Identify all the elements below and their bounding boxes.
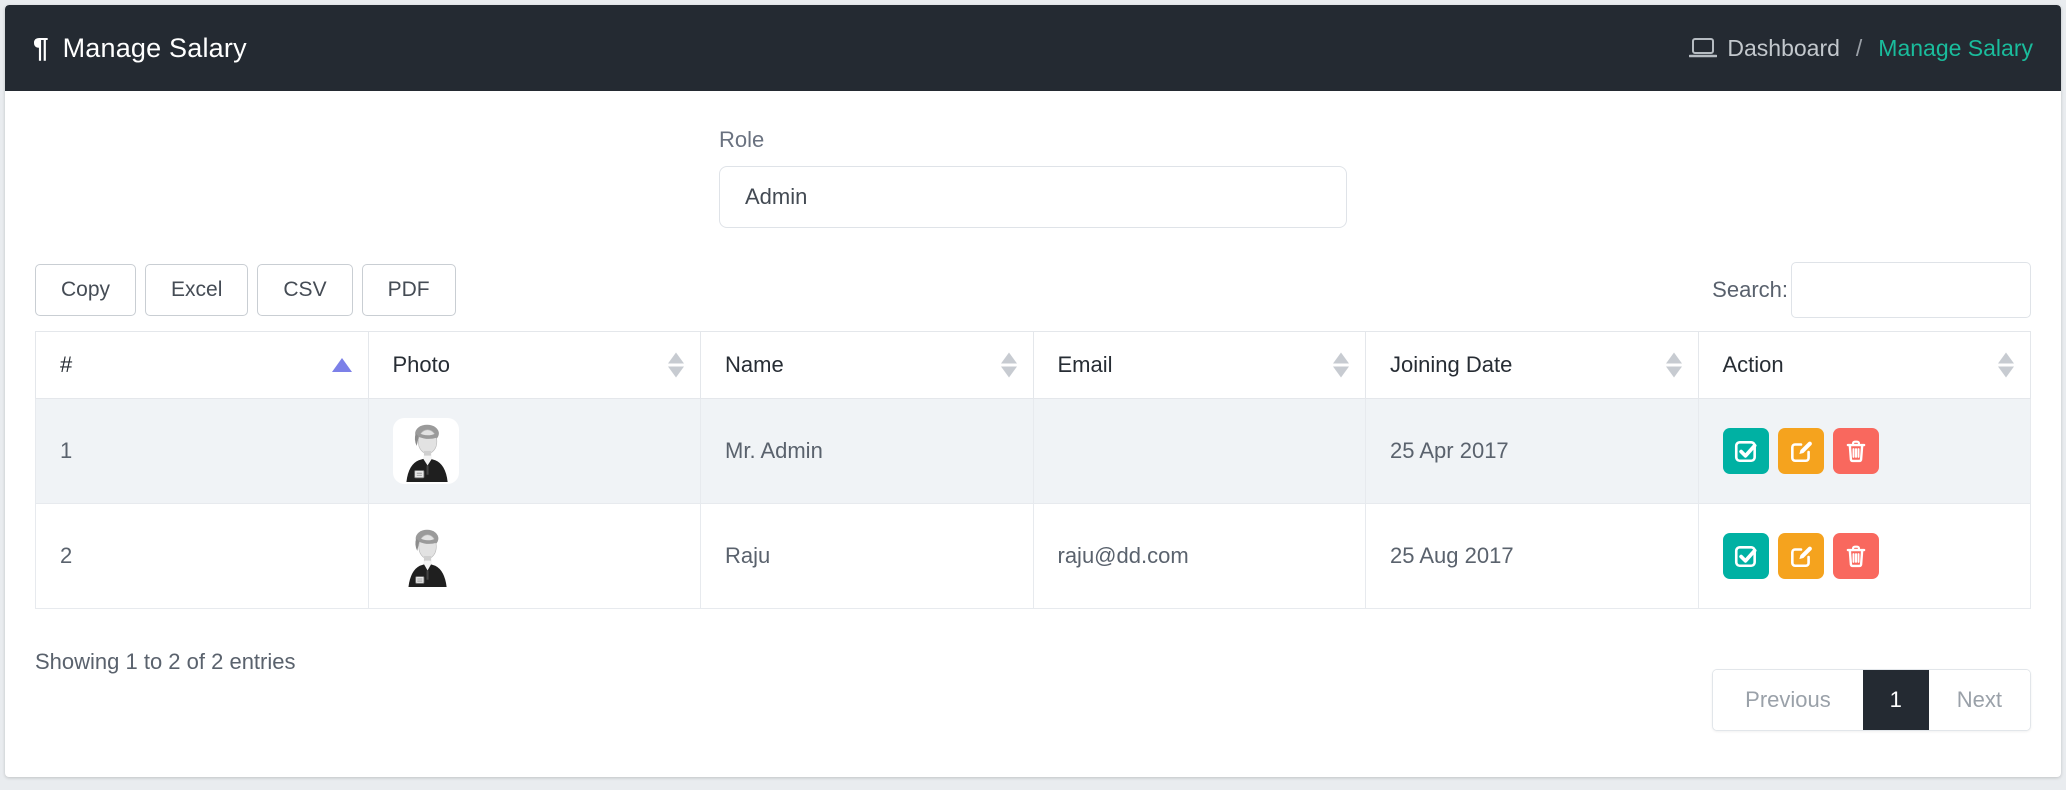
sort-both-icon	[1666, 353, 1682, 378]
sort-both-icon	[1001, 353, 1017, 378]
breadcrumb-separator: /	[1852, 35, 1866, 62]
sort-asc-icon	[332, 358, 352, 372]
paragraph-icon: ¶	[33, 34, 49, 62]
trash-icon	[1843, 438, 1869, 464]
column-header-index[interactable]: #	[36, 332, 369, 399]
copy-button[interactable]: Copy	[35, 264, 136, 316]
page-header: ¶ Manage Salary Dashboard / Manage Salar…	[5, 5, 2061, 91]
avatar	[393, 523, 459, 589]
delete-button[interactable]	[1833, 428, 1879, 474]
table-row: 2	[36, 504, 2031, 609]
check-square-icon	[1733, 438, 1759, 464]
next-page-button[interactable]: Next	[1929, 670, 2030, 730]
page-title: Manage Salary	[63, 33, 247, 64]
delete-button[interactable]	[1833, 533, 1879, 579]
salary-table: # Photo Name Email	[35, 331, 2031, 609]
csv-button[interactable]: CSV	[257, 264, 352, 316]
search-group: Search:	[1712, 262, 2031, 318]
cell-joining-date: 25 Apr 2017	[1366, 399, 1699, 504]
approve-button[interactable]	[1723, 428, 1769, 474]
trash-icon	[1843, 543, 1869, 569]
cell-photo	[368, 399, 701, 504]
breadcrumb-dashboard-link[interactable]: Dashboard	[1689, 35, 1840, 62]
pdf-button[interactable]: PDF	[362, 264, 456, 316]
sort-both-icon	[668, 353, 684, 378]
current-page-button[interactable]: 1	[1863, 670, 1929, 730]
check-square-icon	[1733, 543, 1759, 569]
main-card: ¶ Manage Salary Dashboard / Manage Salar…	[5, 5, 2061, 777]
column-header-email[interactable]: Email	[1033, 332, 1366, 399]
export-button-group: Copy Excel CSV PDF	[35, 264, 456, 316]
column-header-action[interactable]: Action	[1698, 332, 2031, 399]
previous-page-button[interactable]: Previous	[1713, 670, 1863, 730]
entries-info: Showing 1 to 2 of 2 entries	[35, 649, 296, 675]
search-input[interactable]	[1791, 262, 2031, 318]
search-label: Search:	[1712, 277, 1788, 303]
edit-button[interactable]	[1778, 533, 1824, 579]
table-toolbar: Copy Excel CSV PDF Search:	[35, 262, 2031, 318]
role-label: Role	[719, 127, 1347, 153]
cell-index: 1	[36, 399, 369, 504]
cell-name: Mr. Admin	[701, 399, 1034, 504]
column-header-photo[interactable]: Photo	[368, 332, 701, 399]
edit-icon	[1788, 438, 1814, 464]
pagination: Previous 1 Next	[1712, 669, 2031, 731]
sort-both-icon	[1333, 353, 1349, 378]
breadcrumb-current[interactable]: Manage Salary	[1878, 35, 2033, 62]
approve-button[interactable]	[1723, 533, 1769, 579]
cell-email: raju@dd.com	[1033, 504, 1366, 609]
table-row: 1	[36, 399, 2031, 504]
cell-index: 2	[36, 504, 369, 609]
cell-action	[1698, 399, 2031, 504]
edit-icon	[1788, 543, 1814, 569]
sort-both-icon	[1998, 353, 2014, 378]
page-content: Role Admin Copy Excel CSV PDF Search:	[5, 127, 2061, 731]
cell-action	[1698, 504, 2031, 609]
excel-button[interactable]: Excel	[145, 264, 248, 316]
cell-name: Raju	[701, 504, 1034, 609]
cell-photo	[368, 504, 701, 609]
cell-joining-date: 25 Aug 2017	[1366, 504, 1699, 609]
column-header-name[interactable]: Name	[701, 332, 1034, 399]
edit-button[interactable]	[1778, 428, 1824, 474]
table-header-row: # Photo Name Email	[36, 332, 2031, 399]
page-title-group: ¶ Manage Salary	[33, 33, 247, 64]
column-header-joining-date[interactable]: Joining Date	[1366, 332, 1699, 399]
avatar	[393, 418, 459, 484]
role-select-value: Admin	[745, 184, 807, 210]
role-filter-group: Role Admin	[719, 127, 1347, 228]
role-select[interactable]: Admin	[719, 166, 1347, 228]
laptop-icon	[1689, 36, 1717, 60]
table-footer: Showing 1 to 2 of 2 entries Previous 1 N…	[35, 609, 2031, 731]
breadcrumb: Dashboard / Manage Salary	[1689, 35, 2033, 62]
breadcrumb-dashboard-label: Dashboard	[1727, 35, 1840, 62]
cell-email	[1033, 399, 1366, 504]
